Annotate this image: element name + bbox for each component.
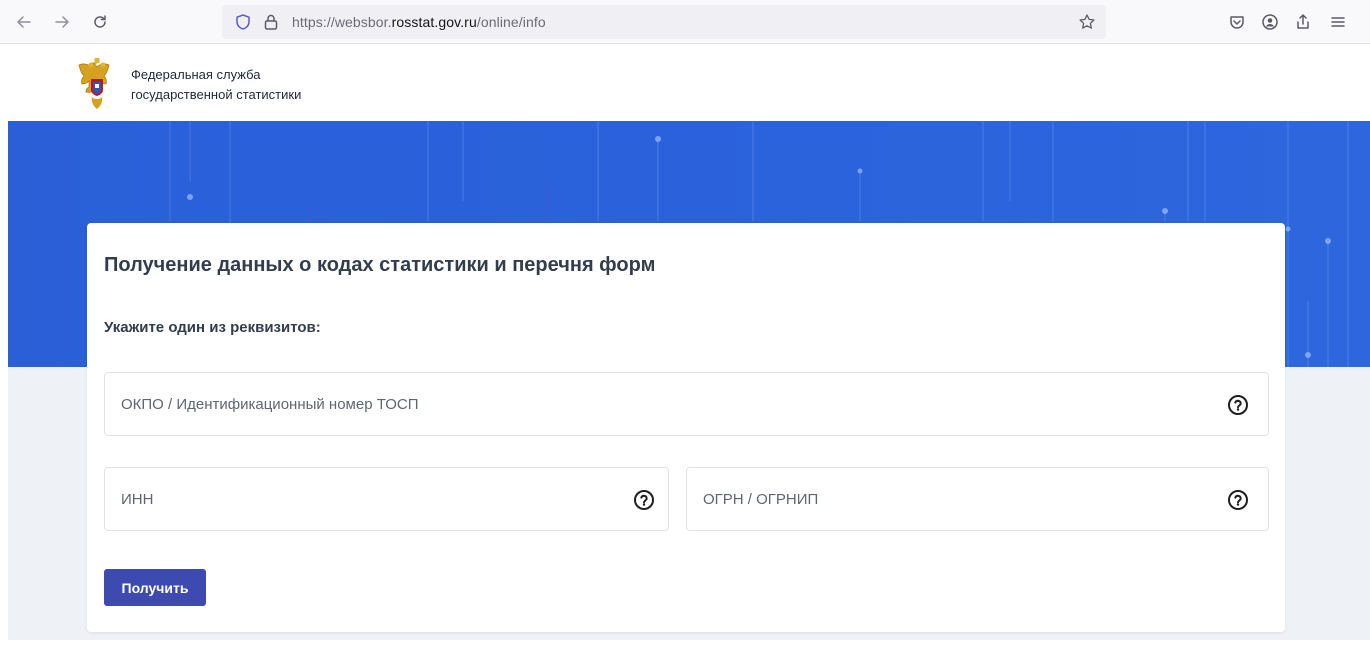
pocket-icon[interactable]: [1226, 11, 1248, 33]
share-icon[interactable]: [1292, 11, 1314, 33]
menu-icon[interactable]: [1327, 11, 1349, 33]
page-footer-strip: [0, 640, 1370, 648]
reload-icon[interactable]: [88, 10, 112, 34]
form-card: Получение данных о кодах статистики и пе…: [87, 223, 1285, 632]
site-header: Федеральная служба государственной стати…: [0, 45, 1370, 121]
url-path: /online/info: [476, 14, 546, 30]
lock-icon[interactable]: [262, 13, 280, 36]
browser-toolbar: https://websbor.rosstat.gov.ru/online/in…: [0, 0, 1370, 44]
org-name-line1: Федеральная служба: [131, 67, 261, 82]
page-title: Получение данных о кодах статистики и пе…: [104, 254, 656, 276]
url-prefix: https://websbor.: [292, 14, 392, 30]
address-bar[interactable]: https://websbor.rosstat.gov.ru/online/in…: [222, 5, 1106, 39]
org-name-line2: государственной статистики: [131, 87, 302, 102]
coat-of-arms-logo[interactable]: [74, 57, 120, 113]
help-icon[interactable]: [1227, 489, 1249, 511]
forward-icon[interactable]: [50, 10, 74, 34]
help-icon[interactable]: [1227, 394, 1249, 416]
account-icon[interactable]: [1259, 11, 1281, 33]
inn-field: [104, 467, 669, 531]
okpo-field: [104, 372, 1269, 436]
organization-name: Федеральная служба государственной стати…: [131, 65, 301, 105]
url-text[interactable]: https://websbor.rosstat.gov.ru/online/in…: [292, 14, 546, 30]
inn-input[interactable]: [105, 468, 668, 530]
form-subtitle: Укажите один из реквизитов:: [104, 319, 321, 336]
back-icon[interactable]: [12, 10, 36, 34]
okpo-input[interactable]: [105, 373, 1268, 435]
shield-icon[interactable]: [234, 13, 252, 36]
ogrn-input[interactable]: [687, 468, 1268, 530]
url-domain: rosstat.gov.ru: [391, 14, 477, 30]
help-icon[interactable]: [633, 489, 655, 511]
bookmark-star-icon[interactable]: [1078, 13, 1096, 36]
ogrn-field: [686, 467, 1269, 531]
submit-button[interactable]: Получить: [104, 569, 206, 606]
